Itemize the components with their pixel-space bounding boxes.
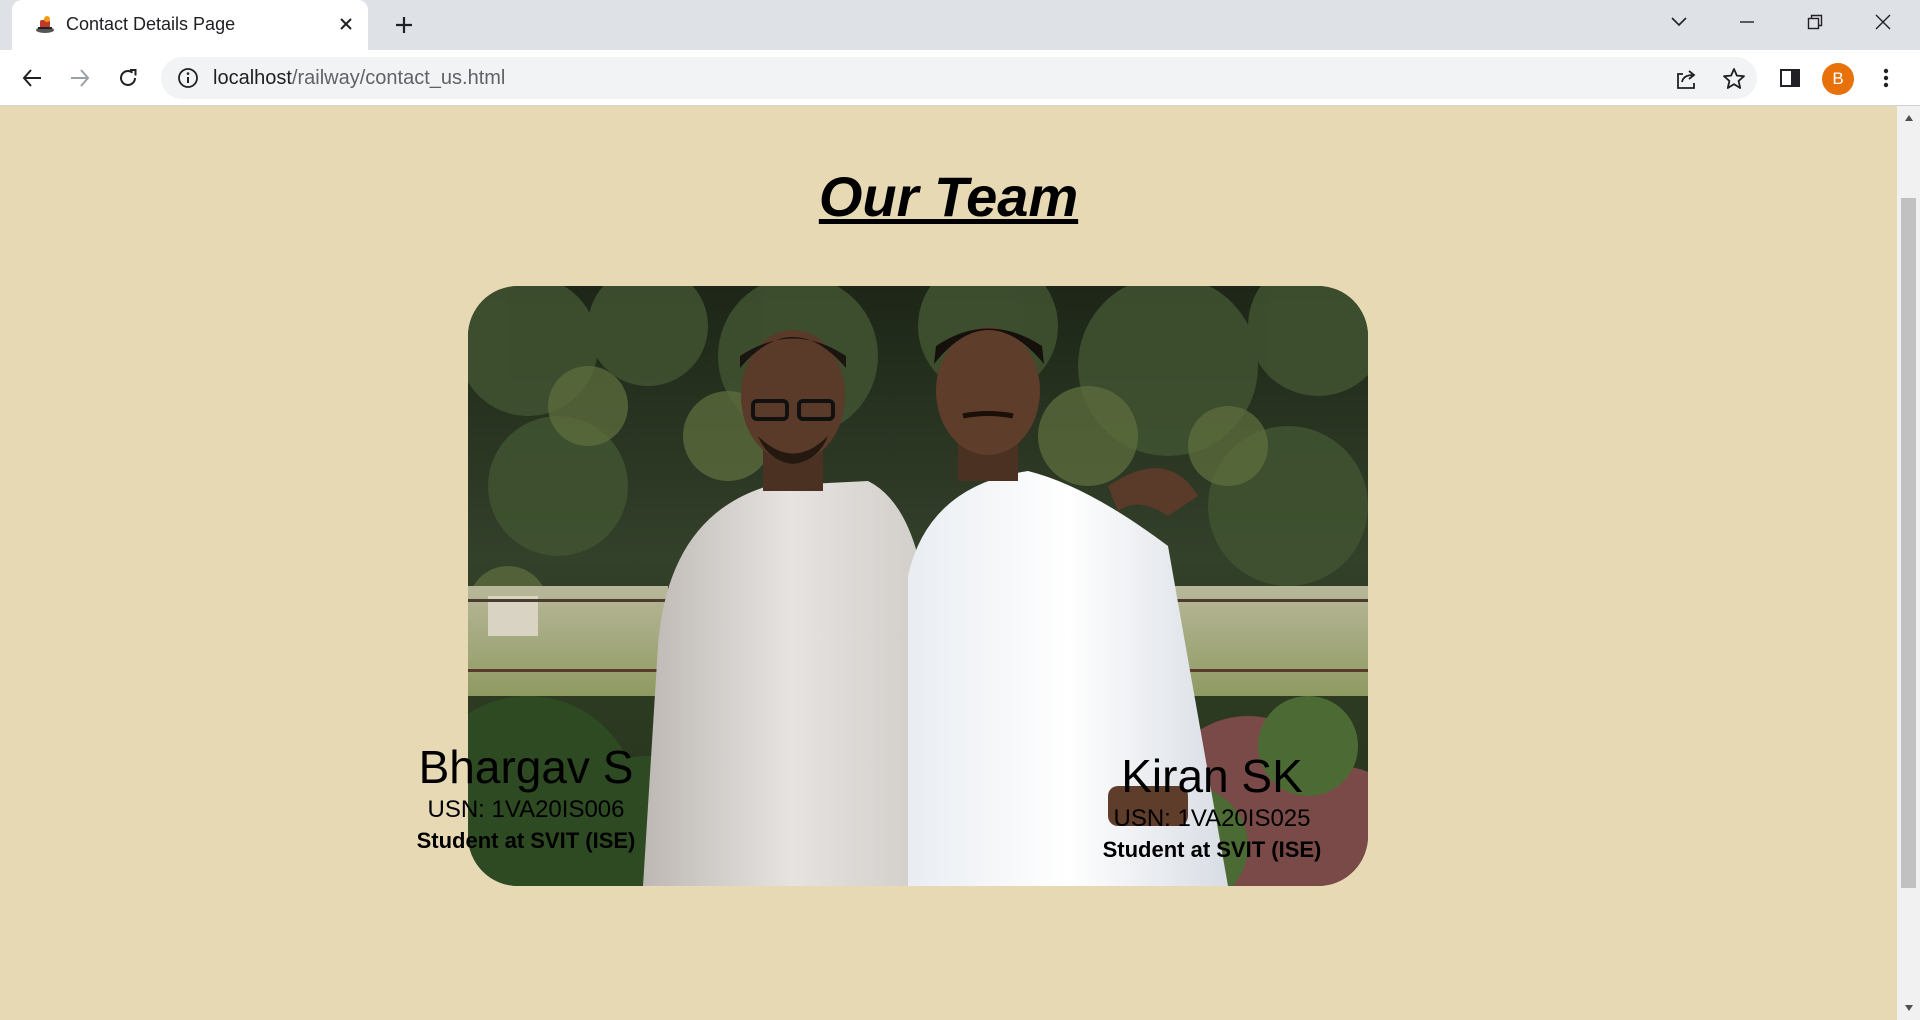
url-host: localhost xyxy=(213,67,292,89)
browser-tab[interactable]: Contact Details Page xyxy=(12,0,368,51)
new-tab-icon[interactable] xyxy=(391,12,417,38)
team-member-card: Bhargav S USN: 1VA20IS006 Student at SVI… xyxy=(356,740,696,856)
side-panel-icon[interactable] xyxy=(1770,58,1810,98)
site-info-icon[interactable] xyxy=(177,67,199,89)
vertical-scrollbar[interactable] xyxy=(1897,106,1920,1020)
browser-toolbar: localhost/railway/contact_us.html B xyxy=(0,50,1920,106)
tab-strip: Contact Details Page xyxy=(0,0,1920,51)
tab-title: Contact Details Page xyxy=(66,14,236,34)
tab-close-icon[interactable] xyxy=(335,13,357,35)
share-icon[interactable] xyxy=(1673,66,1699,92)
member-role: Student at SVIT (ISE) xyxy=(1102,837,1322,862)
scroll-up-arrow-icon[interactable] xyxy=(1897,106,1920,130)
scroll-down-arrow-icon[interactable] xyxy=(1897,996,1920,1020)
member-name: Kiran SK xyxy=(1121,750,1303,802)
member-usn: USN: 1VA20IS006 xyxy=(427,796,625,823)
more-menu-icon[interactable] xyxy=(1866,58,1906,98)
url-text[interactable]: localhost/railway/contact_us.html xyxy=(213,67,505,90)
address-bar[interactable]: localhost/railway/contact_us.html xyxy=(161,57,1757,99)
scrollbar-thumb[interactable] xyxy=(1901,198,1916,888)
bookmark-star-icon[interactable] xyxy=(1721,66,1747,92)
restore-icon[interactable] xyxy=(1782,0,1848,44)
forward-arrow-icon[interactable] xyxy=(60,58,100,98)
minimize-icon[interactable] xyxy=(1714,0,1780,44)
url-path: /railway/contact_us.html xyxy=(291,67,506,89)
page-viewport: Our Team Bhargav S USN: 1VA20IS006 Stude… xyxy=(0,106,1897,1020)
member-name: Bhargav S xyxy=(418,741,634,793)
back-arrow-icon[interactable] xyxy=(12,58,52,98)
close-window-icon[interactable] xyxy=(1850,0,1916,44)
reload-icon[interactable] xyxy=(108,58,148,98)
tab-search-chevron-icon[interactable] xyxy=(1646,0,1712,44)
team-member-card: Kiran SK USN: 1VA20IS025 Student at SVIT… xyxy=(1042,749,1382,865)
member-role: Student at SVIT (ISE) xyxy=(416,828,636,853)
profile-avatar[interactable]: B xyxy=(1822,63,1854,95)
railway-logo-icon xyxy=(36,16,54,33)
member-usn: USN: 1VA20IS025 xyxy=(1113,805,1311,832)
page-title: Our Team xyxy=(818,165,1079,228)
